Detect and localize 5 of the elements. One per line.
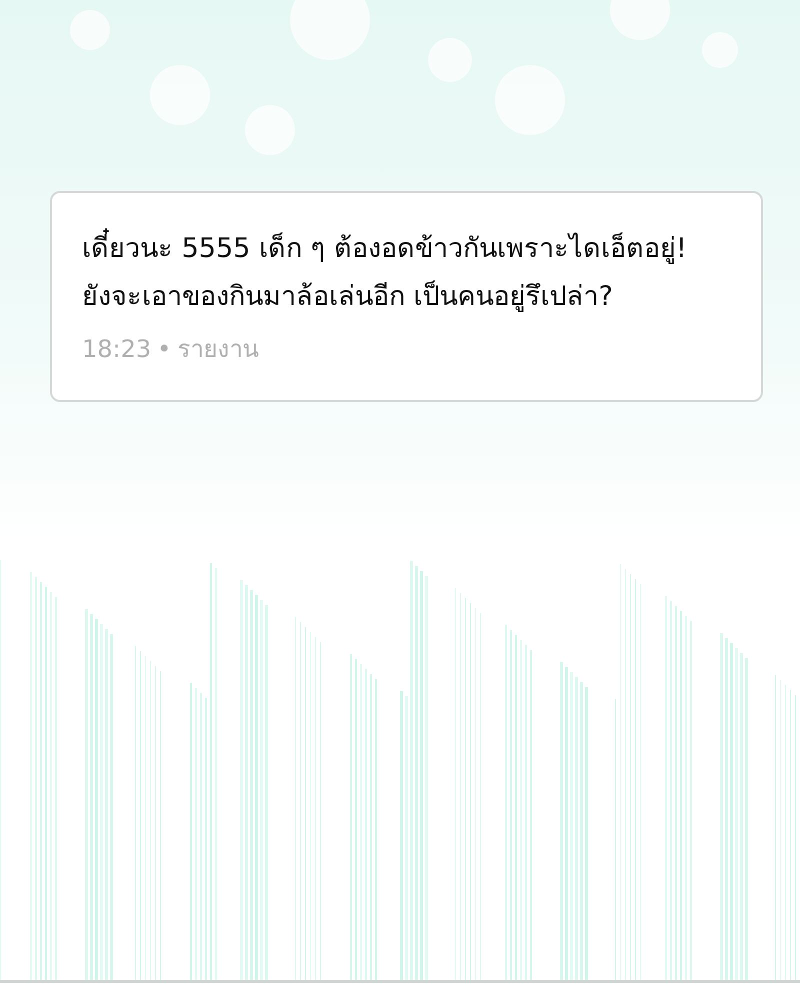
message-text: เดี๋ยวนะ 5555 เด็ก ๆ ต้องอดข้าวกันเพราะไดเอ็ตอยู่! bbox=[82, 227, 731, 271]
report-link[interactable]: รายงาน bbox=[177, 329, 258, 368]
message-text: ยังจะเอาของกินมาล้อเล่นอีก เป็นคนอยู่รึเปล่า? bbox=[82, 279, 614, 314]
timestamp: 18:23 bbox=[82, 334, 152, 362]
separator-dot: • bbox=[157, 334, 172, 362]
